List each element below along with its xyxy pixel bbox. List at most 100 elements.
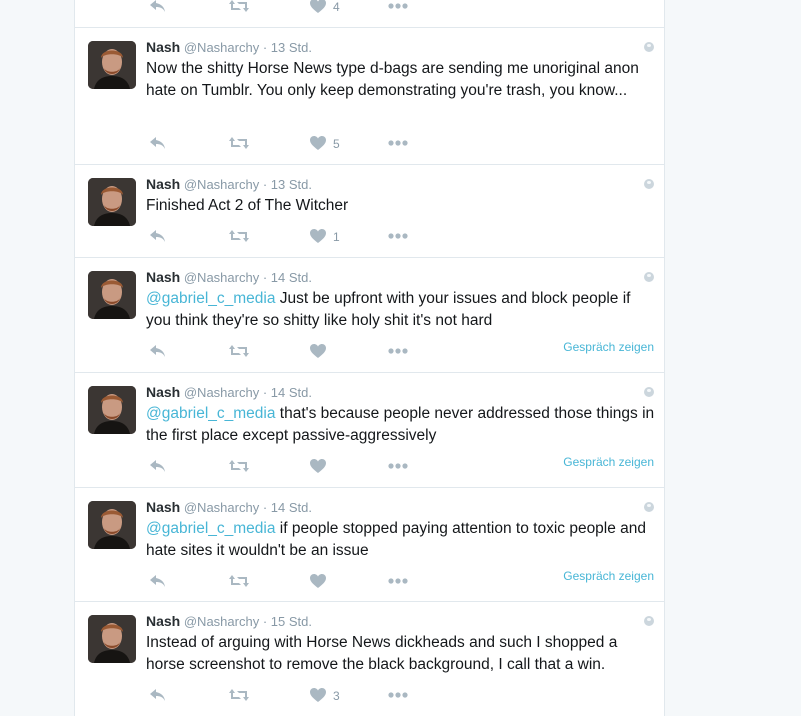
tweet-header: Nash @Nasharchy · 15 Std. [146, 613, 312, 629]
display-name[interactable]: Nash [146, 269, 180, 285]
tweet-text-body: Instead of arguing with Horse News dickh… [146, 634, 618, 673]
more-dots-icon[interactable] [387, 686, 409, 706]
like-count: 1 [333, 230, 340, 244]
globe-icon [644, 42, 654, 52]
tweet-text: @gabriel_c_media if people stopped payin… [146, 518, 656, 562]
display-name[interactable]: Nash [146, 176, 180, 192]
tweet-actions: 5 [146, 134, 656, 154]
mention-link[interactable]: @gabriel_c_media [146, 405, 275, 422]
retweet-icon[interactable] [228, 342, 250, 362]
timestamp[interactable]: 14 Std. [271, 500, 312, 515]
reply-icon[interactable] [148, 0, 168, 17]
tweet-header: Nash @Nasharchy · 14 Std. [146, 269, 312, 285]
display-name[interactable]: Nash [146, 384, 180, 400]
tweet-text: Now the shitty Horse News type d-bags ar… [146, 58, 656, 102]
avatar[interactable] [88, 386, 136, 434]
mention-link[interactable]: @gabriel_c_media [146, 520, 275, 537]
globe-icon [644, 502, 654, 512]
globe-icon [644, 272, 654, 282]
retweet-icon[interactable] [228, 457, 250, 477]
show-conversation-link[interactable]: Gespräch zeigen [563, 455, 654, 469]
heart-icon[interactable] [309, 0, 327, 17]
heart-icon[interactable] [309, 686, 327, 706]
separator: · [262, 40, 268, 55]
tweet[interactable]: Nash @Nasharchy · 13 Std. Finished Act 2… [75, 165, 664, 258]
display-name[interactable]: Nash [146, 499, 180, 515]
tweet[interactable]: Nash @Nasharchy · 14 Std. @gabriel_c_med… [75, 373, 664, 488]
display-name[interactable]: Nash [146, 39, 180, 55]
avatar[interactable] [88, 41, 136, 89]
timestamp[interactable]: 15 Std. [271, 614, 312, 629]
timestamp[interactable]: 14 Std. [271, 270, 312, 285]
tweet-actions: 3 [146, 686, 656, 706]
more-dots-icon[interactable] [387, 342, 409, 362]
tweet-text: @gabriel_c_media that's because people n… [146, 403, 656, 447]
timestamp[interactable]: 13 Std. [271, 177, 312, 192]
username[interactable]: @Nasharchy [184, 614, 259, 629]
avatar-photo [88, 501, 136, 549]
heart-icon[interactable] [309, 457, 327, 477]
reply-icon[interactable] [148, 457, 168, 477]
tweet-header: Nash @Nasharchy · 13 Std. [146, 176, 312, 192]
retweet-icon[interactable] [228, 227, 250, 247]
avatar-photo [88, 271, 136, 319]
tweet[interactable]: Nash @Nasharchy · 14 Std. @gabriel_c_med… [75, 258, 664, 373]
username[interactable]: @Nasharchy [184, 500, 259, 515]
tweet-text: @gabriel_c_media Just be upfront with yo… [146, 288, 656, 332]
globe-icon [644, 179, 654, 189]
tweet-partial[interactable]: 4 [75, 0, 664, 28]
reply-icon[interactable] [148, 134, 168, 154]
tweet-header: Nash @Nasharchy · 13 Std. [146, 39, 312, 55]
timestamp[interactable]: 14 Std. [271, 385, 312, 400]
username[interactable]: @Nasharchy [184, 40, 259, 55]
reply-icon[interactable] [148, 342, 168, 362]
avatar[interactable] [88, 271, 136, 319]
avatar-photo [88, 41, 136, 89]
avatar[interactable] [88, 178, 136, 226]
reply-icon[interactable] [148, 686, 168, 706]
avatar[interactable] [88, 501, 136, 549]
username[interactable]: @Nasharchy [184, 385, 259, 400]
more-dots-icon[interactable] [387, 134, 409, 154]
like-count: 4 [333, 0, 340, 14]
more-dots-icon[interactable] [387, 0, 409, 17]
timestamp[interactable]: 13 Std. [271, 40, 312, 55]
tweet-text-body: Finished Act 2 of The Witcher [146, 197, 349, 214]
more-dots-icon[interactable] [387, 572, 409, 592]
retweet-icon[interactable] [228, 134, 250, 154]
retweet-icon[interactable] [228, 572, 250, 592]
avatar[interactable] [88, 615, 136, 663]
tweet[interactable]: Nash @Nasharchy · 13 Std. Now the shitty… [75, 28, 664, 165]
avatar-photo [88, 386, 136, 434]
retweet-icon[interactable] [228, 686, 250, 706]
separator: · [262, 385, 268, 400]
avatar-photo [88, 178, 136, 226]
tweet[interactable]: Nash @Nasharchy · 15 Std. Instead of arg… [75, 602, 664, 716]
more-dots-icon[interactable] [387, 457, 409, 477]
show-conversation-link[interactable]: Gespräch zeigen [563, 569, 654, 583]
username[interactable]: @Nasharchy [184, 177, 259, 192]
tweet-text: Instead of arguing with Horse News dickh… [146, 632, 656, 676]
display-name[interactable]: Nash [146, 613, 180, 629]
heart-icon[interactable] [309, 572, 327, 592]
tweet-header: Nash @Nasharchy · 14 Std. [146, 384, 312, 400]
reply-icon[interactable] [148, 227, 168, 247]
tweet-header: Nash @Nasharchy · 14 Std. [146, 499, 312, 515]
more-dots-icon[interactable] [387, 227, 409, 247]
mention-link[interactable]: @gabriel_c_media [146, 290, 275, 307]
retweet-icon[interactable] [228, 0, 250, 17]
tweet[interactable]: Nash @Nasharchy · 14 Std. @gabriel_c_med… [75, 488, 664, 602]
avatar-photo [88, 615, 136, 663]
reply-icon[interactable] [148, 572, 168, 592]
globe-icon [644, 616, 654, 626]
heart-icon[interactable] [309, 227, 327, 247]
show-conversation-link[interactable]: Gespräch zeigen [563, 340, 654, 354]
heart-icon[interactable] [309, 134, 327, 154]
heart-icon[interactable] [309, 342, 327, 362]
username[interactable]: @Nasharchy [184, 270, 259, 285]
separator: · [262, 500, 268, 515]
globe-icon [644, 387, 654, 397]
separator: · [262, 270, 268, 285]
separator: · [262, 614, 268, 629]
separator: · [262, 177, 268, 192]
